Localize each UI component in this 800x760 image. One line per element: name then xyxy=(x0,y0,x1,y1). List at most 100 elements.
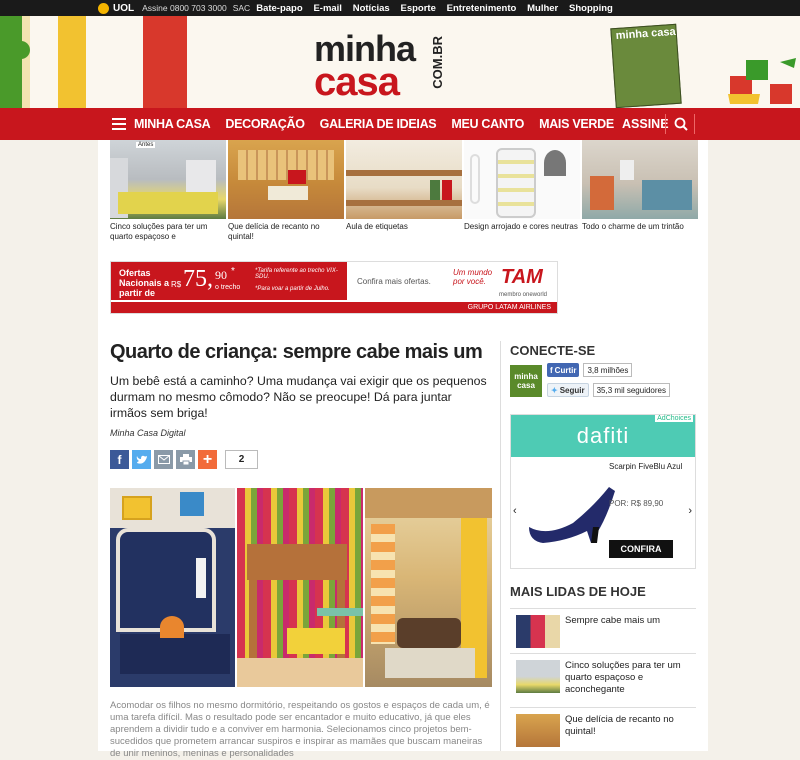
list-item[interactable]: Cinco soluções para ter um quarto espaço… xyxy=(510,653,696,707)
print-icon xyxy=(179,454,192,465)
strip-thumbnail[interactable] xyxy=(464,140,580,219)
uol-nav: Bate-papo E-mail Notícias Esporte Entret… xyxy=(256,3,621,14)
ad-offer: Ofertas Nacionais a partir de xyxy=(119,268,170,298)
facebook-like-button[interactable]: f Curtir xyxy=(547,363,580,377)
more-share-button[interactable]: + xyxy=(198,450,217,469)
tam-logo: TAM xyxy=(501,266,543,288)
uol-icon xyxy=(98,2,109,14)
nav-decoracao[interactable]: DECORAÇÃO xyxy=(225,117,305,131)
ad-note-1: *Tarifa referente ao trecho VIX-SDU. xyxy=(255,268,338,280)
list-item[interactable]: Sempre cabe mais um xyxy=(510,608,696,653)
strip-item[interactable]: Design arrojado e cores neutras xyxy=(464,140,580,240)
strip-item[interactable]: Todo o charme de um trintão xyxy=(582,140,698,240)
strip-caption[interactable]: Cinco soluções para ter um quarto espaço… xyxy=(110,222,226,242)
article-lead: Um bebê está a caminho? Uma mudança vai … xyxy=(110,374,487,420)
uol-link-mulher[interactable]: Mulher xyxy=(527,3,558,14)
uol-link-esporte[interactable]: Esporte xyxy=(400,3,435,14)
list-item[interactable]: Que delícia de recanto no quintal! xyxy=(510,707,696,752)
search-button[interactable] xyxy=(672,116,692,132)
strip-thumbnail[interactable] xyxy=(228,140,344,219)
strip-item[interactable]: Antes Cinco soluções para ter um quarto … xyxy=(110,140,226,242)
logo-casa: casa xyxy=(314,60,400,104)
list-thumbnail[interactable] xyxy=(516,714,560,747)
strip-thumbnail[interactable] xyxy=(346,140,462,219)
strip-caption[interactable]: Design arrojado e cores neutras xyxy=(464,222,580,232)
ad-note-2: *Para voar a partir de Julho. xyxy=(255,286,330,292)
tam-ad-banner[interactable]: Ofertas Nacionais a partir de R$ 75, 90 … xyxy=(110,261,558,314)
ad-price: 75, xyxy=(183,266,213,292)
ad-slogan-1: Um mundo xyxy=(453,268,493,277)
dafiti-ad[interactable]: dafiti AdChoices ‹ › Scarpin FiveBlu Azu… xyxy=(510,414,696,569)
sac-link[interactable]: SAC xyxy=(233,3,250,13)
nav-galeria[interactable]: GALERIA DE IDEIAS xyxy=(320,117,437,131)
antes-badge: Antes xyxy=(136,142,156,148)
ad-slogan-2: por você. xyxy=(453,277,486,286)
facebook-share-button[interactable]: f xyxy=(110,450,129,469)
nav-mais-verde[interactable]: MAIS VERDE xyxy=(539,117,614,131)
mais-lidas-list: Sempre cabe mais um Cinco soluções para … xyxy=(510,608,696,752)
ad-slogan: Um mundo por você. xyxy=(453,268,492,286)
assine-phone[interactable]: Assine 0800 703 3000 xyxy=(142,3,227,13)
share-bar: f + 2 xyxy=(110,450,258,469)
uol-link-bate-papo[interactable]: Bate-papo xyxy=(256,3,302,14)
article-photo[interactable] xyxy=(237,488,363,687)
article-photo[interactable] xyxy=(365,488,492,687)
strip-item[interactable]: Aula de etiquetas xyxy=(346,140,462,240)
search-icon xyxy=(674,117,688,131)
article-byline: Minha Casa Digital xyxy=(110,428,186,438)
paint-roller-icon xyxy=(0,41,30,59)
paint-buckets-icon xyxy=(728,58,796,104)
plus-icon: + xyxy=(202,450,213,468)
ad-star: * xyxy=(231,266,235,277)
twitter-follow-label: Seguir xyxy=(559,385,585,395)
twitter-share-button[interactable] xyxy=(132,450,151,469)
minha-casa-mini-logo[interactable]: minha casa xyxy=(510,365,542,397)
list-thumbnail[interactable] xyxy=(516,615,560,648)
share-count: 2 xyxy=(225,450,258,469)
facebook-like-label: Curtir xyxy=(554,365,577,375)
twitter-follow-button[interactable]: ✦ Seguir xyxy=(547,383,589,397)
adchoices-link[interactable]: AdChoices xyxy=(655,415,693,422)
confira-button[interactable]: CONFIRA xyxy=(609,540,673,558)
magazine-cover[interactable]: minha casa xyxy=(610,23,682,108)
list-item-title[interactable]: Sempre cabe mais um xyxy=(565,615,660,653)
email-share-button[interactable] xyxy=(154,450,173,469)
decor-stripe xyxy=(143,16,187,108)
list-item-title[interactable]: Que delícia de recanto no quintal! xyxy=(565,714,696,752)
article-title: Quarto de criança: sempre cabe mais um xyxy=(110,341,483,363)
prev-arrow-icon[interactable]: ‹ xyxy=(513,505,517,517)
strip-caption[interactable]: Que delícia de recanto no quintal! xyxy=(228,222,344,242)
decor-stripe xyxy=(22,16,30,108)
logo-suffix: COM.BR xyxy=(430,36,445,89)
print-button[interactable] xyxy=(176,450,195,469)
strip-thumbnail[interactable]: Antes xyxy=(110,140,226,219)
facebook-like-widget: f Curtir 3,8 milhões xyxy=(547,363,633,377)
uol-link-noticias[interactable]: Notícias xyxy=(353,3,390,14)
ad-currency: R$ xyxy=(171,280,182,289)
main-nav: MINHA CASA DECORAÇÃO GALERIA DE IDEIAS M… xyxy=(0,108,800,140)
uol-link-shopping[interactable]: Shopping xyxy=(569,3,613,14)
strip-caption[interactable]: Aula de etiquetas xyxy=(346,222,462,232)
strip-caption[interactable]: Todo o charme de um trintão xyxy=(582,222,698,232)
divider xyxy=(694,114,695,134)
assine-button[interactable]: ASSINE xyxy=(622,117,669,131)
uol-logo[interactable]: UOL xyxy=(98,2,134,14)
ad-confirm: Confira mais ofertas. xyxy=(357,277,431,286)
conecte-heading: CONECTE-SE xyxy=(510,343,596,358)
uol-link-email[interactable]: E-mail xyxy=(313,3,342,14)
strip-thumbnail[interactable] xyxy=(582,140,698,219)
strip-item[interactable]: Que delícia de recanto no quintal! xyxy=(228,140,344,242)
nav-meu-canto[interactable]: MEU CANTO xyxy=(451,117,524,131)
list-thumbnail[interactable] xyxy=(516,660,560,693)
facebook-icon: f xyxy=(550,365,553,375)
product-price: POR: R$ 89,90 xyxy=(609,499,664,508)
twitter-follow-count: 35,3 mil seguidores xyxy=(592,383,670,397)
next-arrow-icon[interactable]: › xyxy=(688,505,692,517)
featured-strip: Antes Cinco soluções para ter um quarto … xyxy=(110,140,698,242)
list-item-title[interactable]: Cinco soluções para ter um quarto espaço… xyxy=(565,660,696,707)
article-photo[interactable] xyxy=(110,488,235,687)
nav-minha-casa[interactable]: MINHA CASA xyxy=(134,117,211,131)
uol-link-entretenimento[interactable]: Entretenimento xyxy=(447,3,517,14)
site-logo[interactable]: minha casa COM.BR xyxy=(314,26,445,106)
hamburger-menu-icon[interactable] xyxy=(112,118,126,130)
